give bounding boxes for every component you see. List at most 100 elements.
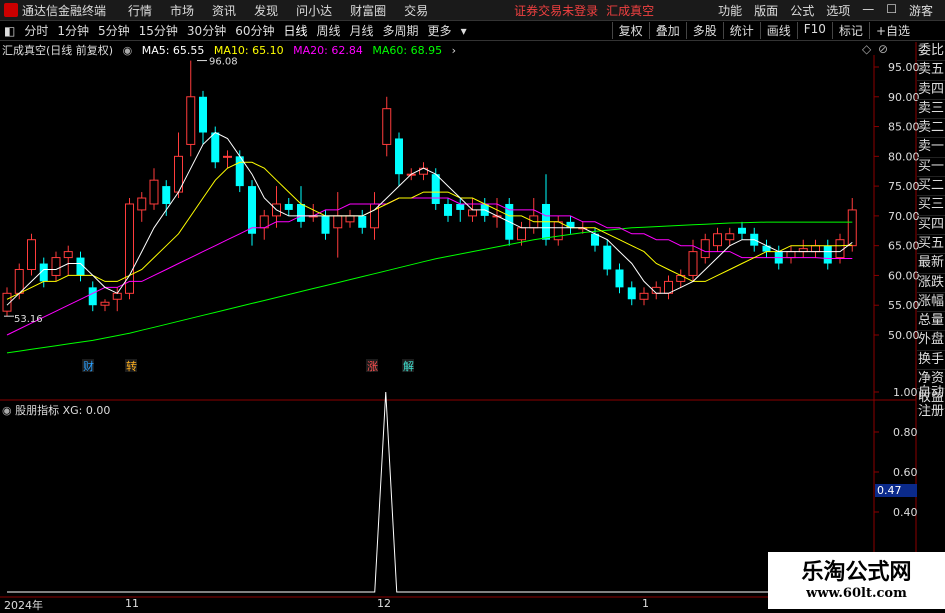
price-tick-label: 90.00 (888, 91, 920, 104)
candle-body-up (676, 274, 686, 282)
period-tab-5min[interactable]: 5分钟 (98, 22, 130, 39)
expand-icon[interactable]: ⊘ (878, 42, 888, 56)
menu-item-market[interactable]: 市场 (170, 2, 194, 19)
indicator-legend: ◉ 股朋指标 XG: 0.00 (2, 402, 110, 418)
side-tab[interactable]: 买四 (917, 216, 945, 235)
candle-body-down (603, 245, 612, 270)
menu-item-quotes[interactable]: 行情 (128, 2, 152, 19)
toolbar-stats[interactable]: 统计 (722, 22, 760, 39)
legend-toggle-icon[interactable]: ◉ (123, 44, 133, 57)
side-tab[interactable]: 总量 (917, 312, 945, 332)
candle-body-up (223, 155, 232, 158)
candle-body-up (786, 251, 796, 259)
candle-body-up (664, 280, 673, 294)
toolbar-f10[interactable]: F10 (796, 22, 832, 39)
app-name: 通达信金融终端 (22, 3, 107, 18)
candle-body-up (63, 251, 73, 259)
period-tab-1min[interactable]: 1分钟 (57, 22, 89, 39)
indicator-toggle-icon[interactable]: ◉ (2, 404, 12, 417)
dropdown-arrow-icon[interactable]: ▾ (461, 24, 467, 38)
side-tab-register[interactable]: 注册 (917, 403, 945, 422)
toolbar-mark[interactable]: 标记 (831, 22, 869, 39)
side-tab[interactable]: 卖四 (917, 81, 945, 100)
candle-body-up (847, 209, 857, 247)
menu-item-news[interactable]: 资讯 (212, 2, 236, 19)
menu-item-function[interactable]: 功能 (718, 2, 742, 19)
low-price-label: 53.16 (14, 314, 43, 325)
side-tab[interactable]: 涨跌 (917, 274, 945, 293)
side-tab[interactable]: 委比 (917, 42, 945, 62)
guest-label[interactable]: 游客 (909, 2, 933, 19)
legend-more-icon[interactable]: › (452, 44, 456, 57)
candle-body-up (272, 203, 281, 217)
side-tab[interactable]: 外盘 (917, 331, 945, 351)
menu-item-options[interactable]: 选项 (826, 2, 850, 19)
side-tab[interactable]: 卖五 (917, 61, 945, 81)
menu-item-formula[interactable]: 公式 (790, 2, 814, 19)
side-tab-auto[interactable]: 自动 (917, 384, 945, 403)
period-tab-monthly[interactable]: 月线 (350, 22, 374, 39)
candle-body-up (406, 173, 416, 176)
menu-item-trade[interactable]: 交易 (404, 2, 428, 19)
side-tab[interactable]: 最新 (917, 254, 945, 274)
main-legend: 汇成真空(日线 前复权) ◉ MA5: 65.55 MA10: 65.10 MA… (2, 42, 462, 58)
ma5-label: MA5: 65.55 (141, 44, 205, 57)
candle-body-up (308, 215, 318, 218)
candle-body-down (284, 203, 293, 210)
menu-item-discover[interactable]: 发现 (254, 2, 278, 19)
side-tab[interactable]: 买二 (917, 177, 945, 197)
period-tab-30min[interactable]: 30分钟 (187, 22, 226, 39)
toolbar-overlay[interactable]: 叠加 (648, 22, 686, 39)
candle-body-up (639, 292, 649, 300)
side-tab[interactable]: 买一 (917, 158, 945, 178)
candle-body-down (199, 96, 207, 133)
menu-item-layout[interactable]: 版面 (754, 2, 778, 19)
stock-name: 汇成真空 (606, 3, 655, 18)
candle-body-up (700, 239, 710, 259)
side-tab[interactable]: 卖一 (917, 138, 945, 158)
side-tab[interactable]: 卖二 (917, 119, 945, 139)
xaxis-label: 2024年 (4, 599, 43, 612)
ma60-label: MA60: 68.95 (372, 44, 443, 57)
back-icon[interactable]: ◧ (4, 24, 15, 38)
side-tab[interactable]: 换手 (917, 351, 945, 371)
period-tab-15min[interactable]: 15分钟 (139, 22, 178, 39)
candle-body-up (553, 221, 563, 241)
side-tab[interactable]: 买五 (917, 235, 945, 255)
toolbar-draw[interactable]: 画线 (759, 22, 797, 39)
settings-icon[interactable]: ◇ (862, 42, 871, 56)
toolbar-add-watchlist[interactable]: +自选 (868, 22, 916, 39)
candle-body-down (566, 221, 575, 228)
maximize-icon[interactable]: ☐ (886, 2, 897, 19)
ma5-line (6, 131, 853, 306)
trade-login-warning[interactable]: 证券交易未登录 (514, 2, 598, 19)
indicator-tick-label: 0.60 (893, 466, 918, 479)
toolbar-adjust[interactable]: 复权 (611, 22, 649, 39)
side-tab[interactable]: 买三 (917, 196, 945, 216)
candle-body-up (125, 203, 134, 294)
side-tab[interactable]: 卖三 (917, 100, 945, 120)
kline-chart[interactable]: 95.00 90.00 85.00 80.00 75.00 70.00 65.00 60.00… (0, 0, 945, 609)
period-tab-intraday[interactable]: 分时 (24, 22, 48, 39)
period-tab-more[interactable]: 更多 (428, 22, 452, 39)
candle-body-down (358, 215, 367, 228)
toolbar-multistock[interactable]: 多股 (685, 22, 723, 39)
ma20-label: MA20: 62.84 (293, 44, 363, 57)
price-tick-label: 75.00 (888, 180, 920, 193)
period-tab-60min[interactable]: 60分钟 (235, 22, 274, 39)
indicator-tick-label: 0.80 (893, 426, 918, 439)
candle-body-down (321, 215, 330, 234)
menu-item-wealth[interactable]: 财富圈 (350, 2, 386, 19)
candle-body-down (738, 227, 746, 234)
period-tab-multi[interactable]: 多周期 (383, 22, 419, 39)
candle-body-down (542, 203, 550, 240)
minimize-icon[interactable]: — (862, 2, 874, 19)
side-tab[interactable]: 涨幅 (917, 293, 945, 313)
period-tab-daily[interactable]: 日线 (283, 22, 307, 39)
ma10-line (6, 161, 853, 300)
watermark-title: 乐淘公式网 (801, 560, 912, 585)
candle-body-up (14, 268, 24, 294)
menu-item-ask[interactable]: 问小达 (296, 2, 332, 19)
period-tab-weekly[interactable]: 周线 (317, 22, 341, 39)
candle-body-down (88, 287, 97, 306)
